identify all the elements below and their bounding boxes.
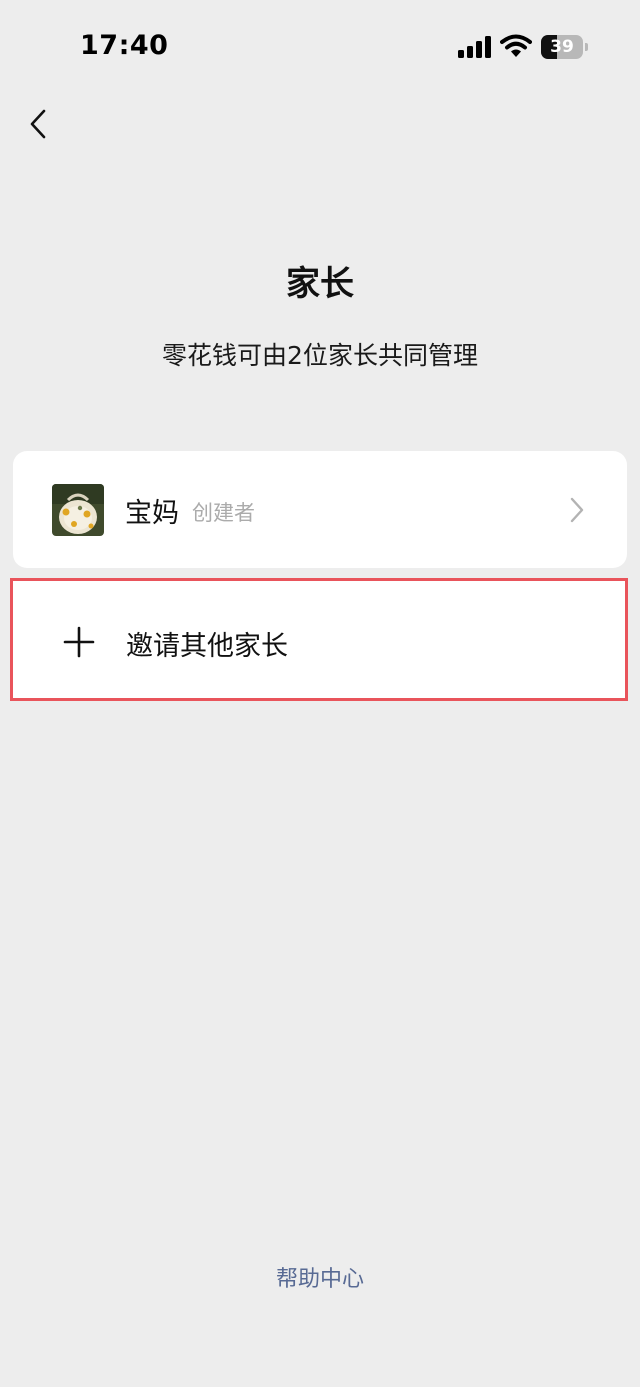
battery-body: 39	[541, 35, 583, 59]
back-button[interactable]	[14, 100, 62, 148]
battery-icon: 39	[541, 35, 589, 59]
parent-role-badge: 创建者	[192, 501, 255, 525]
status-time: 17:40	[80, 30, 169, 61]
page-title: 家长	[286, 264, 354, 304]
help-center-link[interactable]: 帮助中心	[0, 1261, 640, 1293]
battery-level: 39	[550, 37, 574, 57]
battery-cap	[585, 43, 588, 51]
parent-item[interactable]: 宝妈 创建者	[13, 451, 627, 568]
chevron-left-icon	[30, 109, 46, 139]
parent-name: 宝妈	[125, 498, 179, 529]
avatar-photo	[52, 484, 104, 536]
invite-label: 邀请其他家长	[126, 631, 288, 662]
wifi-icon	[500, 34, 532, 57]
status-bar: 17:40 39	[0, 0, 640, 96]
plus-icon	[63, 626, 95, 658]
page-subtitle: 零花钱可由2位家长共同管理	[162, 341, 478, 370]
invite-parent-button[interactable]: 邀请其他家长	[10, 578, 628, 701]
avatar	[52, 484, 104, 536]
signal-icon	[458, 36, 491, 58]
chevron-right-icon	[570, 497, 584, 523]
